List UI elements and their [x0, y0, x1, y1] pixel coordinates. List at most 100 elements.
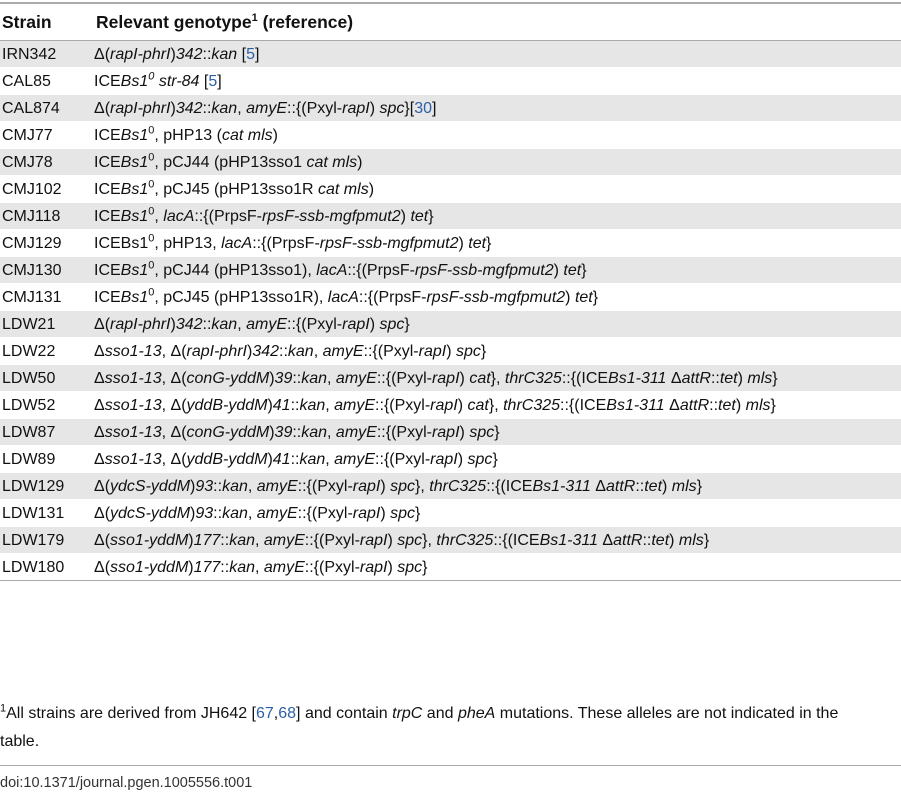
genotype-fragment: kan	[211, 316, 238, 333]
genotype-fragment: }	[480, 343, 487, 360]
genotype-fragment: }	[581, 262, 587, 279]
table-row: CMJ77 ICEBs10, pHP13 (cat mls)	[0, 121, 901, 149]
genotype-fragment: All strains are derived from JH642 [	[6, 705, 256, 722]
genotype-fragment: sso1-13	[104, 370, 162, 387]
genotype-fragment: sso1-13	[104, 343, 162, 360]
genotype-fragment: tet	[644, 478, 663, 495]
genotype-fragment: Bs1-311	[606, 397, 665, 414]
genotype-fragment: rapI-phrI	[110, 46, 171, 63]
genotype-fragment: spc	[390, 478, 416, 495]
reference-link[interactable]: 67	[256, 705, 274, 722]
genotype-fragment: ,	[325, 451, 335, 468]
genotype-fragment: ::{(Pxyl-	[297, 478, 353, 495]
genotype-fragment: ] and contain	[296, 705, 393, 722]
genotype-fragment: ::{(Pxyl-	[287, 100, 343, 117]
genotype-fragment: rapI	[352, 478, 381, 495]
genotype-fragment: ::	[292, 370, 302, 387]
genotype-fragment: sso1-13	[104, 451, 162, 468]
genotype-fragment: sso1-yddM	[110, 532, 189, 549]
genotype-fragment: Δ	[664, 397, 680, 414]
reference-link[interactable]: 68	[278, 705, 296, 722]
genotype-fragment: )	[446, 343, 456, 360]
reference-link[interactable]: 30	[414, 100, 432, 117]
genotype-fragment: )	[457, 451, 468, 468]
genotype-fragment: 41	[272, 397, 291, 414]
genotype-fragment: ::	[635, 478, 645, 495]
genotype-fragment: rapI	[342, 316, 370, 333]
genotype-fragment: }	[428, 208, 434, 225]
genotype-fragment: Δ(	[94, 100, 111, 117]
genotype-fragment: }	[492, 451, 498, 468]
genotype-fragment: rapI	[430, 397, 458, 414]
genotype-fragment: conG-yddM	[186, 370, 270, 387]
genotype-cell: ICEBs10, pHP13 (cat mls)	[94, 121, 901, 149]
strain-cell: LDW87	[0, 418, 94, 446]
genotype-fragment: ::{(PrpsF-	[358, 289, 427, 306]
genotype-fragment: trpC	[392, 705, 423, 722]
genotype-fragment: Δ(	[94, 559, 111, 576]
genotype-fragment: ydcS-yddM	[110, 505, 191, 522]
genotype-fragment: ]	[255, 46, 260, 63]
genotype-fragment: ICE	[94, 127, 121, 144]
genotype-fragment: rapI	[342, 100, 370, 117]
genotype-fragment: },	[490, 370, 505, 387]
genotype-fragment: },	[422, 532, 437, 549]
genotype-fragment: 342	[175, 100, 203, 117]
genotype-fragment: ::{(Pxyl-	[287, 316, 343, 333]
genotype-cell: Δ(rapI-phrI)342::kan, amyE::{(Pxyl-rapI)…	[94, 310, 901, 338]
genotype-fragment: kan	[301, 370, 328, 387]
genotype-fragment: mls	[745, 397, 771, 414]
genotype-cell: Δsso1-13, Δ(conG-yddM) 39::kan, amyE::{(P…	[94, 364, 901, 392]
genotype-fragment: lacA	[316, 262, 348, 279]
genotype-fragment: 342	[175, 316, 203, 333]
genotype-fragment: 177	[193, 559, 221, 576]
genotype-fragment: kan	[301, 424, 328, 441]
genotype-fragment: rapI	[359, 559, 388, 576]
genotype-cell: ICEBs10, pCJ44 (pHP13sso1 cat mls)	[94, 148, 901, 176]
reference-link[interactable]: 5	[208, 73, 217, 90]
strain-cell: CMJ118	[0, 202, 94, 230]
genotype-fragment: 342	[252, 343, 280, 360]
doi-text: doi:10.1371/journal.pgen.1005556.t001	[0, 775, 253, 791]
genotype-fragment: amyE	[263, 532, 305, 549]
genotype-fragment: ICE	[94, 289, 121, 306]
genotype-fragment: Δ	[597, 532, 614, 549]
table-row: LDW131 Δ(ydcS-yddM) 93::kan, amyE::{(Pxyl-…	[0, 499, 901, 527]
genotype-fragment: Δ	[590, 478, 606, 495]
genotype-fragment: kan	[229, 559, 255, 576]
genotype-fragment: }	[592, 289, 599, 306]
table-row: CMJ118 ICEBs10, lacA::{(PrpsF-rpsF-ssb-mg…	[0, 202, 901, 230]
reference-link[interactable]: 5	[246, 46, 255, 63]
genotype-fragment: ::{(PrpsF-	[252, 235, 320, 252]
strain-cell: CMJ77	[0, 121, 94, 149]
genotype-fragment: rapI	[418, 343, 447, 360]
genotype-fragment: rapI	[431, 424, 460, 441]
genotype-fragment: kan	[222, 478, 248, 495]
strain-cell: IRN342	[0, 40, 94, 68]
genotype-fragment: yddB-yddM	[186, 397, 268, 414]
strain-cell: CAL85	[0, 67, 94, 95]
table-row: LDW21 Δ(rapI-phrI)342::kan, amyE::{(Pxyl-…	[0, 310, 901, 338]
genotype-cell: Δ(rapI-phrI)342::kan [5]	[94, 40, 901, 68]
header-genotype-footnote-mark: 1	[251, 11, 258, 24]
genotype-fragment: amyE	[335, 370, 377, 387]
genotype-fragment: spc	[397, 559, 423, 576]
genotype-fragment: Bs1	[120, 289, 149, 306]
genotype-fragment: ,	[237, 316, 247, 333]
strain-cell: CMJ131	[0, 283, 94, 311]
genotype-fragment: spc	[379, 100, 405, 117]
genotype-fragment: yddB-yddM	[186, 451, 268, 468]
genotype-fragment: )	[387, 559, 398, 576]
genotype-fragment: Δ(	[94, 316, 111, 333]
genotype-fragment: ICE	[94, 208, 121, 225]
genotype-fragment: )	[272, 127, 278, 144]
genotype-fragment: rpsF-ssb-mgfpmut2	[414, 262, 554, 279]
genotype-fragment: conG-yddM	[186, 424, 270, 441]
genotype-fragment: )	[662, 478, 672, 495]
genotype-fragment: amyE	[263, 559, 305, 576]
genotype-fragment: Bs1-311	[608, 370, 667, 387]
genotype-fragment: ::{(Pxyl-	[304, 532, 360, 549]
table-row: LDW87 Δsso1-13, Δ(conG-yddM) 39::kan, amyE…	[0, 418, 901, 446]
genotype-fragment: ::{(PrpsF-	[347, 262, 415, 279]
genotype-fragment: cat	[469, 370, 491, 387]
